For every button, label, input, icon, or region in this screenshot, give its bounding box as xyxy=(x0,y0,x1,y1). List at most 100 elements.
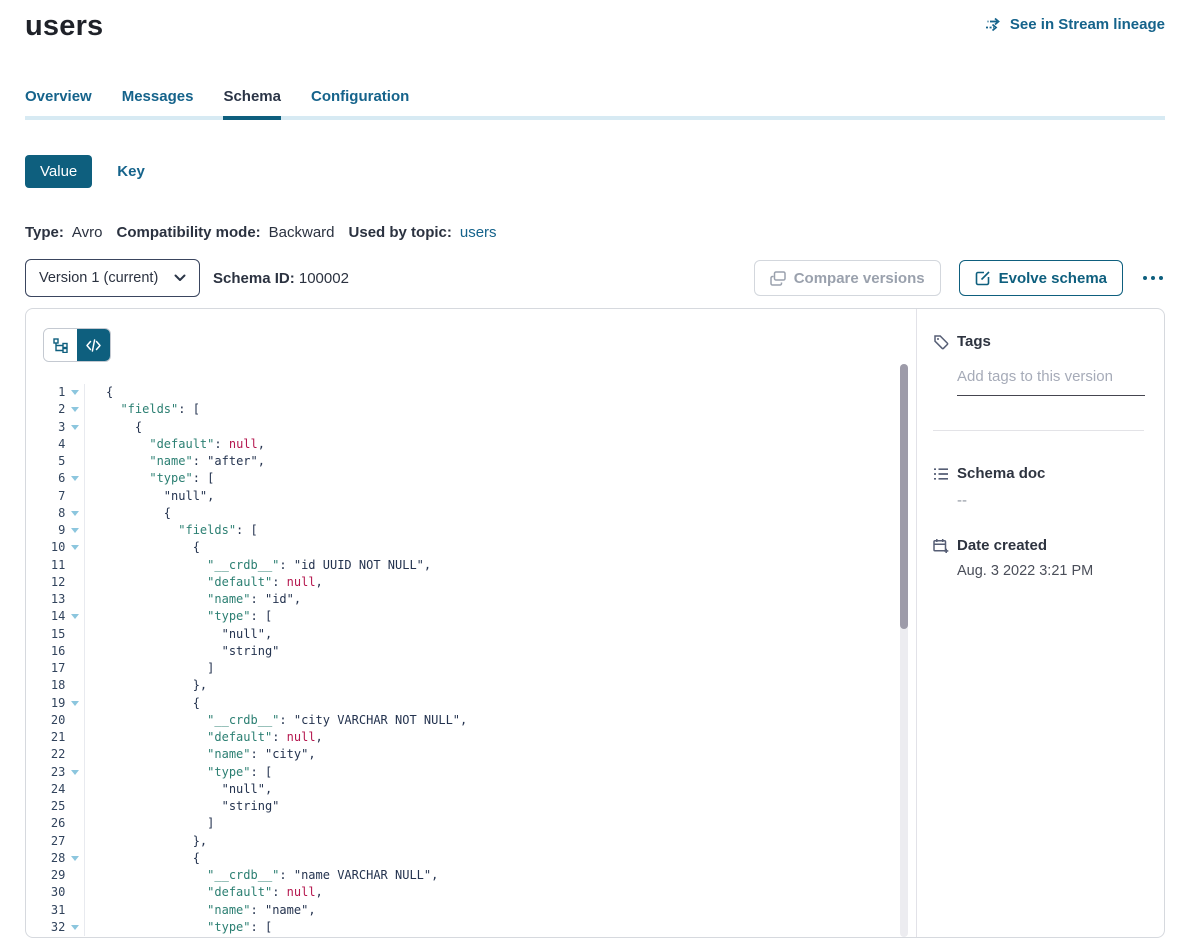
fold-toggle-icon xyxy=(71,476,79,481)
code-line: 14 "type": [ xyxy=(26,608,916,625)
code-line: 23 "type": [ xyxy=(26,764,916,781)
page-title: users xyxy=(25,10,103,43)
code-line: 16 "string" xyxy=(26,643,916,660)
line-number: 11 xyxy=(26,557,65,574)
line-number: 2 xyxy=(26,401,65,418)
code-line: 28 { xyxy=(26,850,916,867)
line-number: 22 xyxy=(26,746,65,763)
sidebar-divider xyxy=(933,430,1144,431)
code-line: 19 { xyxy=(26,695,916,712)
stream-lineage-link[interactable]: See in Stream lineage xyxy=(985,16,1165,33)
code-line: 3 { xyxy=(26,419,916,436)
compatibility-label: Compatibility mode: xyxy=(116,224,260,241)
line-number: 6 xyxy=(26,470,65,487)
line-number: 4 xyxy=(26,436,65,453)
schema-doc-title: Schema doc xyxy=(957,465,1045,482)
line-number: 29 xyxy=(26,867,65,884)
stream-lineage-icon xyxy=(985,17,1003,32)
fold-toggle-icon xyxy=(71,614,79,619)
tab-configuration[interactable]: Configuration xyxy=(311,88,409,120)
tree-view-icon xyxy=(53,338,68,353)
line-number: 25 xyxy=(26,798,65,815)
code-line: 22 "name": "city", xyxy=(26,746,916,763)
code-line: 1{ xyxy=(26,384,916,401)
code-line: 7 "null", xyxy=(26,488,916,505)
line-number: 3 xyxy=(26,419,65,436)
fold-toggle-icon xyxy=(71,770,79,775)
line-number: 31 xyxy=(26,902,65,919)
editor-scrollbar-thumb[interactable] xyxy=(900,364,908,629)
line-number: 16 xyxy=(26,643,65,660)
code-line: 12 "default": null, xyxy=(26,574,916,591)
calendar-plus-icon xyxy=(933,538,949,554)
list-icon xyxy=(933,467,949,481)
line-number: 20 xyxy=(26,712,65,729)
evolve-schema-button[interactable]: Evolve schema xyxy=(959,260,1123,296)
compatibility-value: Backward xyxy=(269,224,335,241)
fold-toggle-icon xyxy=(71,545,79,550)
more-options-button[interactable] xyxy=(1141,270,1165,286)
schema-id-label: Schema ID: xyxy=(213,270,295,287)
line-number: 27 xyxy=(26,833,65,850)
line-number: 24 xyxy=(26,781,65,798)
line-number: 26 xyxy=(26,815,65,832)
code-line: 8 { xyxy=(26,505,916,522)
code-line: 27 }, xyxy=(26,833,916,850)
line-number: 23 xyxy=(26,764,65,781)
key-schema-button[interactable]: Key xyxy=(117,163,145,180)
line-number: 8 xyxy=(26,505,65,522)
code-line: 32 "type": [ xyxy=(26,919,916,936)
code-line: 6 "type": [ xyxy=(26,470,916,487)
tab-overview[interactable]: Overview xyxy=(25,88,92,120)
schema-sidebar: Tags Schema doc -- xyxy=(916,309,1164,937)
tree-view-button[interactable] xyxy=(44,329,77,361)
tab-messages[interactable]: Messages xyxy=(122,88,194,120)
line-number: 1 xyxy=(26,384,65,401)
compare-versions-button[interactable]: Compare versions xyxy=(754,260,941,296)
add-tags-input[interactable] xyxy=(957,366,1145,396)
code-line: 11 "__crdb__": "id UUID NOT NULL", xyxy=(26,557,916,574)
line-number: 32 xyxy=(26,919,65,936)
tab-schema[interactable]: Schema xyxy=(223,88,281,120)
compare-versions-icon xyxy=(770,271,786,286)
line-number: 30 xyxy=(26,884,65,901)
schema-code-editor[interactable]: 1{2 "fields": [3 {4 "default": null,5 "n… xyxy=(26,384,916,936)
fold-toggle-icon xyxy=(71,528,79,533)
code-line: 26 ] xyxy=(26,815,916,832)
tags-section-header: Tags xyxy=(933,333,1144,350)
schema-code-pane: 1{2 "fields": [3 {4 "default": null,5 "n… xyxy=(26,309,916,937)
code-line: 5 "name": "after", xyxy=(26,453,916,470)
page-header: users See in Stream lineage xyxy=(25,0,1165,43)
chevron-down-icon xyxy=(174,274,186,282)
line-number: 9 xyxy=(26,522,65,539)
schema-id: Schema ID: 100002 xyxy=(213,270,349,287)
code-line: 10 { xyxy=(26,539,916,556)
code-line: 9 "fields": [ xyxy=(26,522,916,539)
schema-panel: 1{2 "fields": [3 {4 "default": null,5 "n… xyxy=(25,308,1165,938)
evolve-schema-icon xyxy=(975,270,991,286)
line-number: 17 xyxy=(26,660,65,677)
code-line: 17 ] xyxy=(26,660,916,677)
version-select[interactable]: Version 1 (current) xyxy=(25,259,200,297)
value-schema-button[interactable]: Value xyxy=(25,155,92,188)
line-number: 12 xyxy=(26,574,65,591)
line-number: 28 xyxy=(26,850,65,867)
schema-id-value: 100002 xyxy=(299,270,349,287)
fold-toggle-icon xyxy=(71,407,79,412)
topic-link[interactable]: users xyxy=(460,224,497,241)
line-number: 13 xyxy=(26,591,65,608)
fold-toggle-icon xyxy=(71,425,79,430)
schema-meta-row: Type: Avro Compatibility mode: Backward … xyxy=(25,224,1165,241)
version-bar: Version 1 (current) Schema ID: 100002 Co… xyxy=(25,259,1165,297)
line-number: 21 xyxy=(26,729,65,746)
line-number: 15 xyxy=(26,626,65,643)
date-created-header: Date created xyxy=(933,537,1144,554)
line-number: 10 xyxy=(26,539,65,556)
schema-type-toggle: Value Key xyxy=(25,155,1165,188)
code-line: 4 "default": null, xyxy=(26,436,916,453)
code-view-button[interactable] xyxy=(77,329,110,361)
code-line: 21 "default": null, xyxy=(26,729,916,746)
fold-toggle-icon xyxy=(71,701,79,706)
type-value: Avro xyxy=(72,224,103,241)
version-select-value: Version 1 (current) xyxy=(39,270,158,286)
